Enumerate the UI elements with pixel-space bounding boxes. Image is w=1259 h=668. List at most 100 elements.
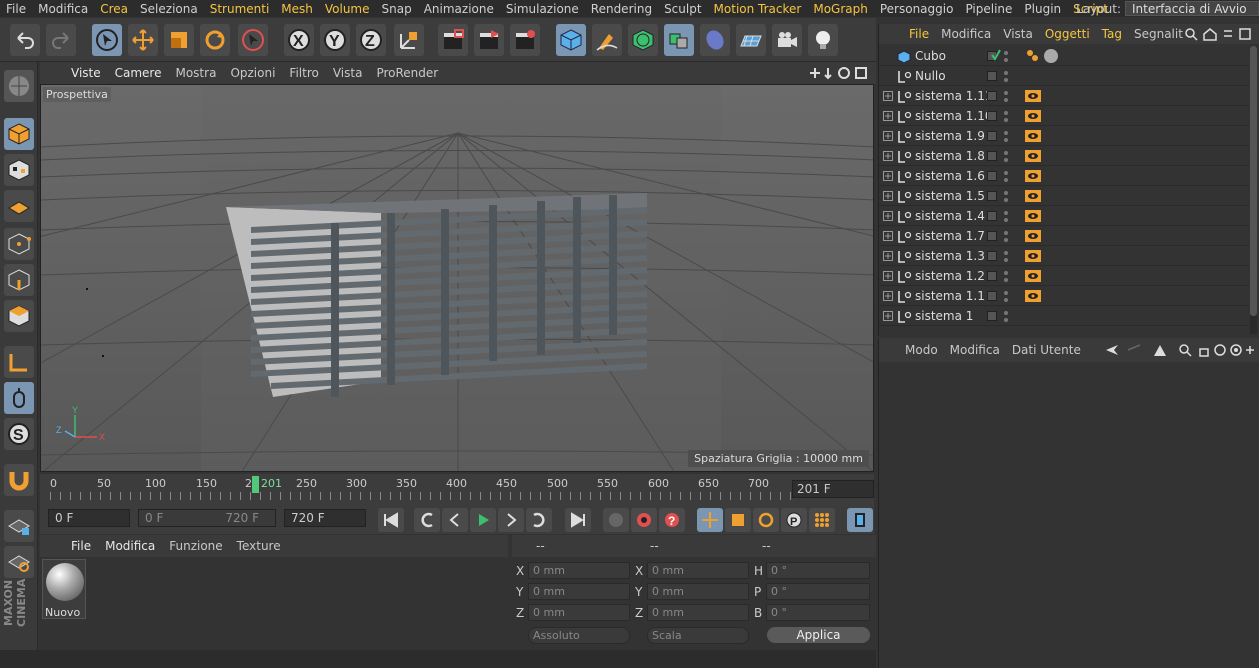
expand-icon[interactable] [883, 231, 893, 241]
layer-toggle[interactable] [987, 151, 997, 161]
expand-icon[interactable] [883, 271, 893, 281]
key-scale-button[interactable] [725, 508, 751, 532]
object-row[interactable]: Cubo [879, 46, 1249, 66]
pos-y-field[interactable]: 0 mm [528, 583, 630, 600]
object-menu-segnalibri[interactable]: Segnalit [1128, 27, 1189, 41]
menu-modifica[interactable]: Modifica [32, 2, 94, 16]
coord-system-button[interactable] [394, 24, 424, 56]
start-frame-field[interactable]: 0 F [48, 509, 130, 527]
layer-toggle[interactable] [987, 71, 997, 81]
autokey-button[interactable] [631, 508, 657, 532]
display-tag-icon[interactable] [1025, 130, 1041, 142]
render-view-button[interactable] [438, 24, 468, 56]
timeline-toggle-button[interactable] [847, 508, 873, 532]
rotate-button[interactable] [200, 24, 230, 56]
layer-toggle[interactable] [987, 311, 997, 321]
object-manager-tools-icon[interactable] [1184, 27, 1254, 41]
menu-plugin[interactable]: Plugin [1018, 2, 1067, 16]
viewport-menu-filtro[interactable]: Filtro [282, 66, 325, 80]
prev-key-button[interactable] [414, 508, 440, 532]
object-scrollbar-thumb[interactable] [1250, 46, 1257, 316]
next-key-button[interactable] [526, 508, 552, 532]
select-button[interactable] [238, 24, 268, 56]
coord-mode-dropdown[interactable]: Assoluto [528, 627, 630, 644]
solo-button[interactable]: S [4, 418, 34, 450]
menu-mograph[interactable]: MoGraph [807, 2, 874, 16]
display-tag-icon[interactable] [1025, 150, 1041, 162]
object-row[interactable]: sistema 1.11 [879, 86, 1249, 106]
expand-icon[interactable] [883, 251, 893, 261]
expand-icon[interactable] [883, 111, 893, 121]
expand-icon[interactable] [883, 131, 893, 141]
menu-personaggio[interactable]: Personaggio [874, 2, 960, 16]
visibility-dots-icon[interactable] [1003, 210, 1009, 223]
move-button[interactable] [128, 24, 158, 56]
model-mode-button[interactable] [4, 118, 34, 150]
expand-icon[interactable] [883, 211, 893, 221]
size-mode-dropdown[interactable]: Scala [647, 627, 749, 644]
layer-toggle[interactable] [987, 251, 997, 261]
light-button[interactable] [808, 24, 838, 56]
layer-toggle[interactable] [987, 91, 997, 101]
display-tag-icon[interactable] [1025, 110, 1041, 122]
material-menu-texture[interactable]: Texture [230, 539, 288, 553]
play-button[interactable] [470, 508, 496, 532]
size-z-field[interactable]: 0 mm [647, 604, 749, 621]
menu-sculpt[interactable]: Sculpt [658, 2, 707, 16]
menu-crea[interactable]: Crea [94, 2, 134, 16]
attribute-menu-dati-utente[interactable]: Dati Utente [1006, 343, 1087, 357]
perspective-viewport[interactable]: Y X Z Prospettiva Spaziatura Griglia : 1… [40, 84, 874, 472]
live-select-button[interactable] [92, 24, 122, 56]
menu-mesh[interactable]: Mesh [275, 2, 319, 16]
display-tag-icon[interactable] [1025, 210, 1041, 222]
object-row[interactable]: sistema 1.1 [879, 286, 1249, 306]
rot-b-field[interactable]: 0 ° [766, 604, 870, 621]
pos-z-field[interactable]: 0 mm [528, 604, 630, 621]
object-row[interactable]: sistema 1.10 [879, 106, 1249, 126]
object-scrollbar[interactable] [1250, 46, 1257, 334]
material-menu-modifica[interactable]: Modifica [98, 539, 162, 553]
visibility-dots-icon[interactable] [1003, 50, 1009, 63]
y-axis-button[interactable]: Y [320, 24, 350, 56]
z-axis-button[interactable]: Z [356, 24, 386, 56]
menu-snap[interactable]: Snap [376, 2, 418, 16]
tweak-mode-button[interactable] [4, 382, 34, 414]
texture-mode-button[interactable] [4, 154, 34, 186]
visibility-dots-icon[interactable] [1003, 270, 1009, 283]
layer-toggle[interactable] [987, 131, 997, 141]
pos-x-field[interactable]: 0 mm [528, 562, 630, 579]
viewport-menu-vista[interactable]: Vista [326, 66, 370, 80]
key-position-button[interactable] [697, 508, 723, 532]
material-menu-file[interactable]: File [64, 539, 98, 553]
pen-tool-button[interactable] [592, 24, 622, 56]
expand-icon[interactable] [883, 91, 893, 101]
menu-strumenti[interactable]: Strumenti [204, 2, 276, 16]
menu-seleziona[interactable]: Seleziona [134, 2, 204, 16]
viewport-menu-mostra[interactable]: Mostra [168, 66, 223, 80]
visibility-dots-icon[interactable] [1003, 150, 1009, 163]
current-frame-field[interactable]: 201 F [792, 480, 874, 498]
display-tag-icon[interactable] [1025, 90, 1041, 102]
key-rotation-button[interactable] [753, 508, 779, 532]
object-row[interactable]: sistema 1.8 [879, 146, 1249, 166]
visibility-dots-icon[interactable] [1003, 230, 1009, 243]
expand-icon[interactable] [883, 191, 893, 201]
material-menu-funzione[interactable]: Funzione [162, 539, 229, 553]
menu-rendering[interactable]: Rendering [585, 2, 658, 16]
object-row[interactable]: sistema 1.5 [879, 186, 1249, 206]
menu-animazione[interactable]: Animazione [418, 2, 500, 16]
object-row[interactable]: sistema 1.3 [879, 246, 1249, 266]
expand-icon[interactable] [883, 291, 893, 301]
points-mode-button[interactable] [4, 228, 34, 260]
workplane-mode-button[interactable] [4, 190, 34, 222]
object-menu-tag[interactable]: Tag [1096, 27, 1128, 41]
display-tag-icon[interactable] [1025, 270, 1041, 282]
object-row[interactable]: sistema 1.4 [879, 206, 1249, 226]
camera-button[interactable] [772, 24, 802, 56]
make-editable-button[interactable] [4, 70, 34, 102]
array-button[interactable] [664, 24, 694, 56]
expand-icon[interactable] [883, 171, 893, 181]
attribute-nav-icons[interactable] [1104, 343, 1254, 357]
record-key-button[interactable] [603, 508, 629, 532]
visibility-dots-icon[interactable] [1003, 190, 1009, 203]
